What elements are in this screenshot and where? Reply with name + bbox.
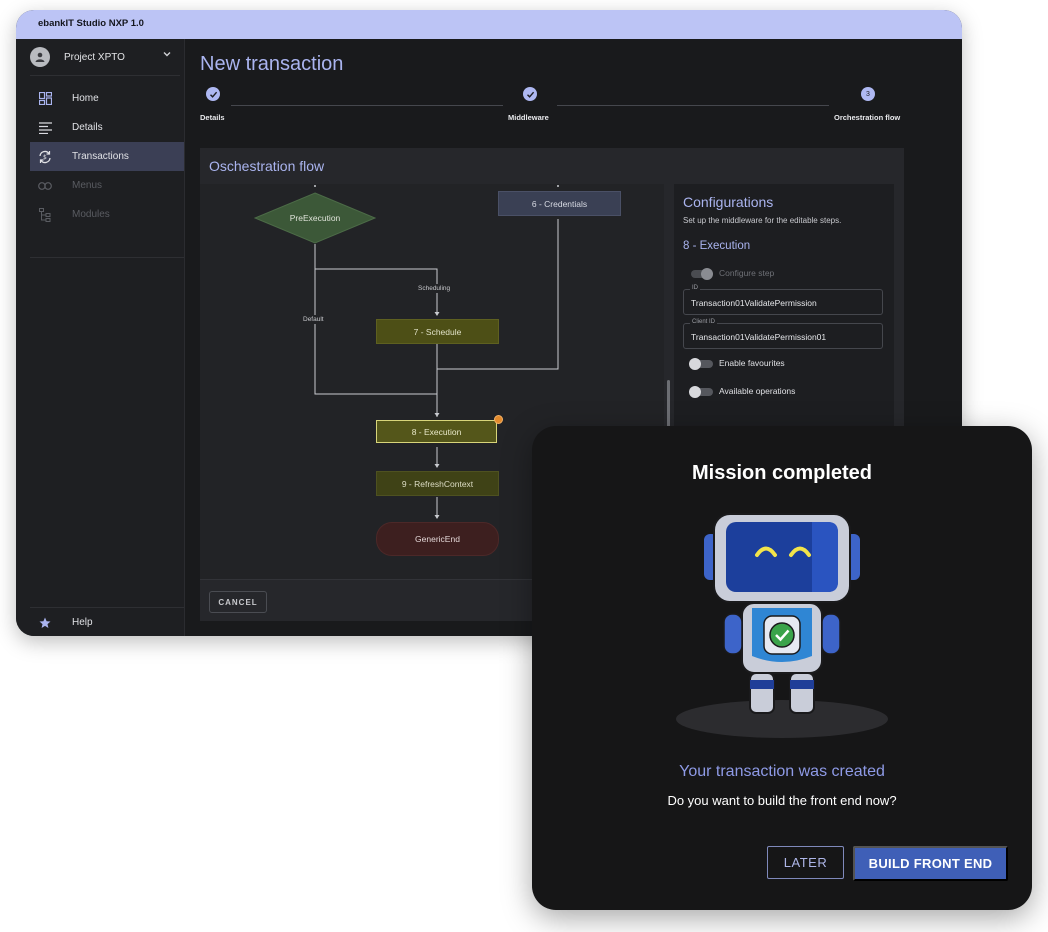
- step-label-details: Details: [200, 113, 225, 122]
- config-subtitle: Set up the middleware for the editable s…: [683, 216, 842, 225]
- config-step-title: 8 - Execution: [683, 240, 751, 252]
- node-credentials[interactable]: 6 - Credentials: [498, 191, 621, 216]
- sidebar: Project XPTO Home Details $ Transactions: [16, 39, 185, 636]
- project-selector[interactable]: Project XPTO: [30, 45, 180, 76]
- step-connector: [231, 105, 503, 106]
- enable-favourites-toggle[interactable]: [689, 358, 713, 370]
- sidebar-item-label: Modules: [72, 209, 110, 220]
- step-connector: [557, 105, 829, 106]
- check-icon: [209, 91, 217, 98]
- step-middleware-done[interactable]: [523, 87, 537, 101]
- dialog-question: Do you want to build the front end now?: [667, 793, 897, 808]
- list-icon: [38, 121, 52, 135]
- edge-label-default: Default: [301, 315, 326, 324]
- enable-favourites-label: Enable favourites: [719, 358, 785, 368]
- step-label-middleware: Middleware: [508, 113, 549, 122]
- chevron-down-icon: [162, 49, 172, 62]
- link-icon: [38, 179, 52, 193]
- sidebar-item-label: Menus: [72, 180, 103, 191]
- sidebar-item-home[interactable]: Home: [30, 84, 184, 113]
- sidebar-item-label: Details: [72, 122, 103, 133]
- sidebar-item-menus[interactable]: Menus: [30, 171, 184, 200]
- help-label: Help: [72, 617, 93, 628]
- configure-step-toggle[interactable]: [691, 268, 713, 280]
- client-id-field-label: Client ID: [690, 319, 718, 325]
- check-icon: [526, 91, 534, 98]
- configure-step-label: Configure step: [719, 268, 775, 278]
- titlebar: ebankIT Studio NXP 1.0: [16, 10, 962, 39]
- panel-title: Oschestration flow: [209, 158, 325, 174]
- star-icon: [38, 616, 52, 630]
- sync-icon: $: [38, 150, 52, 164]
- dialog-subtitle: Your transaction was created: [679, 763, 885, 780]
- client-id-field[interactable]: Client ID Transaction01ValidatePermissio…: [683, 319, 883, 349]
- svg-text:$: $: [43, 154, 47, 161]
- tree-icon: [38, 207, 52, 222]
- sidebar-divider: [30, 257, 184, 258]
- robot-illustration: [676, 513, 888, 738]
- available-operations-toggle[interactable]: [689, 386, 713, 398]
- sidebar-item-modules[interactable]: Modules: [30, 200, 184, 229]
- mission-completed-dialog: Mission completed Your transaction was c…: [532, 426, 1032, 910]
- step-details-done[interactable]: [206, 87, 220, 101]
- sidebar-item-transactions[interactable]: $ Transactions: [30, 142, 184, 171]
- node-execution[interactable]: 8 - Execution: [376, 420, 497, 443]
- build-front-end-button[interactable]: BUILD FRONT END: [853, 846, 1008, 881]
- configurations-panel: Configurations Set up the middleware for…: [674, 184, 894, 429]
- id-field-value: Transaction01ValidatePermission: [691, 298, 817, 308]
- later-button[interactable]: LATER: [767, 846, 844, 879]
- avatar: [30, 47, 50, 67]
- user-icon: [35, 52, 45, 62]
- id-field-label: ID: [690, 285, 700, 291]
- step-orchestration-current[interactable]: 3: [861, 87, 875, 101]
- warning-badge-icon: [494, 415, 503, 424]
- sidebar-item-help[interactable]: Help: [30, 607, 184, 636]
- client-id-field-value: Transaction01ValidatePermission01: [691, 332, 827, 342]
- project-name: Project XPTO: [64, 51, 125, 63]
- step-number: 3: [866, 90, 870, 98]
- available-operations-label: Available operations: [719, 386, 796, 396]
- sidebar-item-details[interactable]: Details: [30, 113, 184, 142]
- node-schedule[interactable]: 7 - Schedule: [376, 319, 499, 344]
- node-genericend[interactable]: GenericEnd: [376, 522, 499, 556]
- scrollbar[interactable]: [667, 380, 670, 430]
- cancel-button[interactable]: CANCEL: [209, 591, 267, 613]
- sidebar-item-label: Home: [72, 93, 99, 104]
- node-refreshcontext[interactable]: 9 - RefreshContext: [376, 471, 499, 496]
- dialog-title: Mission completed: [691, 462, 873, 484]
- page-title: New transaction: [200, 53, 344, 75]
- node-preexecution-label: PreExecution: [289, 213, 341, 223]
- step-label-orchestration: Orchestration flow: [834, 113, 901, 122]
- config-title: Configurations: [683, 194, 774, 210]
- id-field[interactable]: ID Transaction01ValidatePermission: [683, 285, 883, 315]
- edge-label-scheduling: Scheduling: [416, 284, 453, 293]
- window-title: ebankIT Studio NXP 1.0: [38, 18, 144, 29]
- sidebar-item-label: Transactions: [72, 151, 129, 162]
- dashboard-icon: [38, 92, 52, 106]
